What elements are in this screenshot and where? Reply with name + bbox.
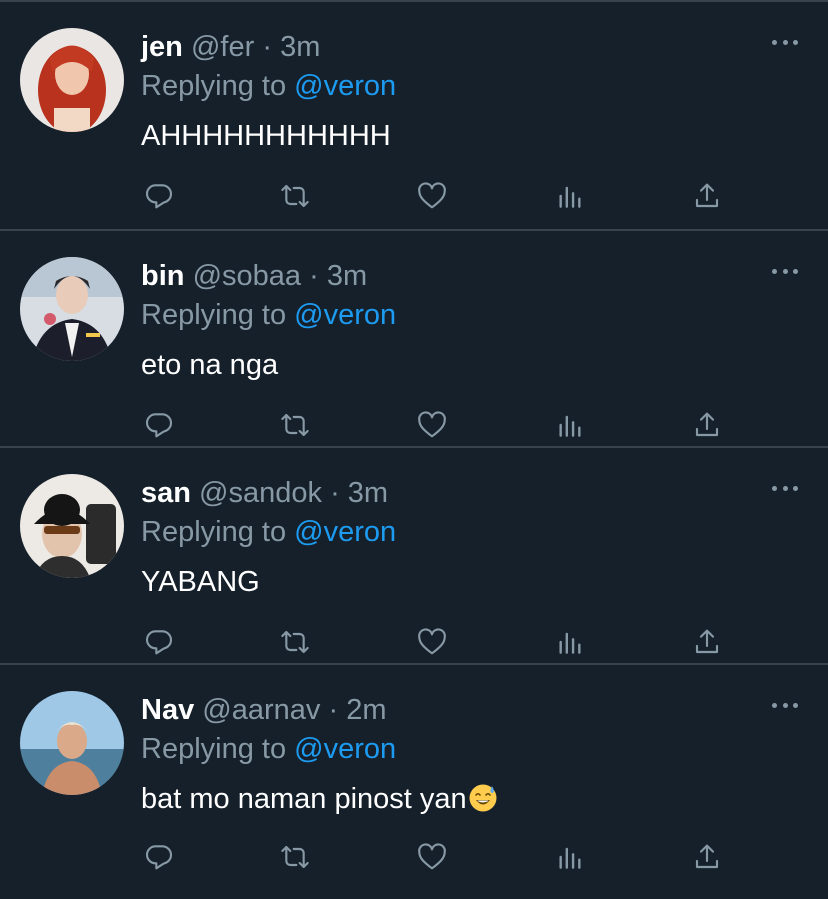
tweet-text-content: bat mo naman pinost yan <box>141 783 467 815</box>
tweet-text: YABANG <box>141 566 260 598</box>
separator-dot: · <box>330 477 340 509</box>
more-options-icon[interactable] <box>772 265 798 277</box>
retweet-icon[interactable] <box>277 839 313 875</box>
replying-to-line: Replying to @veron <box>141 68 396 104</box>
replying-to-line: Replying to @veron <box>141 297 396 333</box>
like-icon[interactable] <box>414 839 450 875</box>
replying-to-label: Replying to <box>141 733 287 765</box>
mention-link[interactable]: @veron <box>294 299 396 331</box>
tweet-actions <box>141 839 741 879</box>
tweet-header: Nav @aarnav · 2m <box>141 692 386 728</box>
retweet-icon[interactable] <box>277 624 313 660</box>
mention-link[interactable]: @veron <box>294 70 396 102</box>
reply-timeline: jen @fer · 3m Replying to @veron AHHHHHH… <box>0 0 828 899</box>
share-icon[interactable] <box>689 839 725 875</box>
tweet-text: AHHHHHHHHHHH <box>141 120 391 152</box>
share-icon[interactable] <box>689 178 725 214</box>
username[interactable]: @sobaa <box>193 260 301 292</box>
separator-dot: · <box>328 694 339 726</box>
stats-icon[interactable] <box>552 407 588 443</box>
like-icon[interactable] <box>414 178 450 214</box>
reply-icon[interactable] <box>141 624 177 660</box>
separator-dot: · <box>262 31 272 63</box>
tweet-actions <box>141 178 741 218</box>
stats-icon[interactable] <box>552 624 588 660</box>
like-icon[interactable] <box>414 624 450 660</box>
tweet-text: bat mo naman pinost yan <box>141 781 498 817</box>
tweet[interactable]: san @sandok · 3m Replying to @veron YABA… <box>0 448 828 665</box>
more-options-icon[interactable] <box>772 36 798 48</box>
like-icon[interactable] <box>414 407 450 443</box>
reply-icon[interactable] <box>141 407 177 443</box>
timestamp[interactable]: 3m <box>348 477 388 509</box>
timestamp[interactable]: 3m <box>280 31 320 63</box>
display-name[interactable]: jen <box>141 31 183 63</box>
replying-to-line: Replying to @veron <box>141 514 396 550</box>
share-icon[interactable] <box>689 407 725 443</box>
reply-icon[interactable] <box>141 178 177 214</box>
tweet-header: san @sandok · 3m <box>141 475 388 511</box>
mention-link[interactable]: @veron <box>294 516 396 548</box>
tweet[interactable]: bin @sobaa · 3m Replying to @veron eto n… <box>0 231 828 448</box>
replying-to-label: Replying to <box>141 70 287 102</box>
tweet-header: bin @sobaa · 3m <box>141 258 367 294</box>
avatar[interactable] <box>20 257 124 361</box>
more-options-icon[interactable] <box>772 482 798 494</box>
timestamp[interactable]: 2m <box>346 694 386 726</box>
display-name[interactable]: bin <box>141 260 185 292</box>
replying-to-line: Replying to @veron <box>141 731 396 767</box>
avatar[interactable] <box>20 28 124 132</box>
replying-to-label: Replying to <box>141 516 287 548</box>
timestamp[interactable]: 3m <box>327 260 367 292</box>
tweet[interactable]: Nav @aarnav · 2m Replying to @veron bat … <box>0 665 828 882</box>
display-name[interactable]: Nav <box>141 694 194 726</box>
tweet[interactable]: jen @fer · 3m Replying to @veron AHHHHHH… <box>0 0 828 231</box>
mention-link[interactable]: @veron <box>294 733 396 765</box>
tweet-actions <box>141 624 741 664</box>
username[interactable]: @aarnav <box>202 694 320 726</box>
tweet-text: eto na nga <box>141 349 279 381</box>
tweet-actions <box>141 407 741 447</box>
more-options-icon[interactable] <box>772 699 798 711</box>
share-icon[interactable] <box>689 624 725 660</box>
display-name[interactable]: san <box>141 477 191 509</box>
username[interactable]: @fer <box>191 31 254 63</box>
avatar[interactable] <box>20 691 124 795</box>
username[interactable]: @sandok <box>199 477 322 509</box>
reply-icon[interactable] <box>141 839 177 875</box>
tweet-header: jen @fer · 3m <box>141 29 320 65</box>
avatar[interactable] <box>20 474 124 578</box>
retweet-icon[interactable] <box>277 407 313 443</box>
sweat-smile-emoji <box>469 784 497 812</box>
stats-icon[interactable] <box>552 839 588 875</box>
retweet-icon[interactable] <box>277 178 313 214</box>
replying-to-label: Replying to <box>141 299 287 331</box>
separator-dot: · <box>309 260 319 292</box>
stats-icon[interactable] <box>552 178 588 214</box>
